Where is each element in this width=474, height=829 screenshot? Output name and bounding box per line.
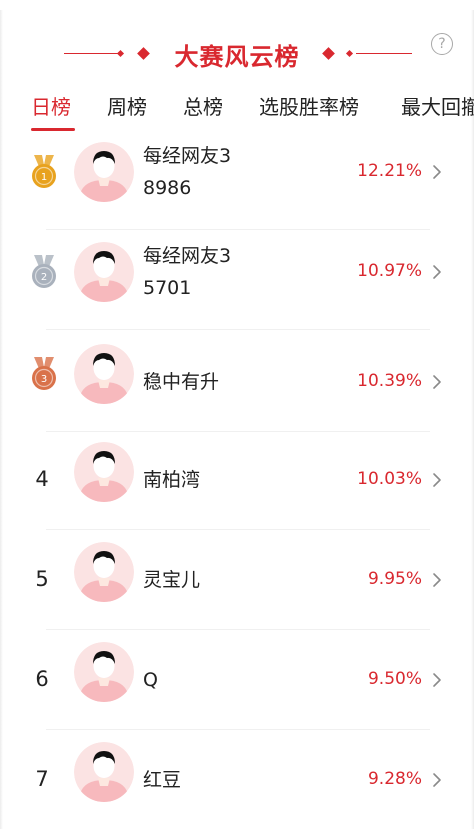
svg-text:3: 3 <box>41 374 47 385</box>
return-percent: 9.28% <box>367 769 422 789</box>
ranking-row[interactable]: 4 南柏湾 10.03% <box>0 430 474 530</box>
chevron-right-icon[interactable] <box>432 672 442 688</box>
return-percent: 10.39% <box>357 371 422 391</box>
user-name: Q <box>143 669 158 691</box>
bronze-medal-icon: 3 <box>30 357 58 391</box>
user-name: 稳中有升 <box>143 371 220 393</box>
silver-medal-icon: 2 <box>30 255 58 289</box>
tab-daily[interactable]: 日榜 <box>31 91 71 120</box>
user-name: 红豆 <box>143 769 182 791</box>
avatar[interactable] <box>74 442 134 502</box>
gold-medal-icon: 1 <box>30 155 58 189</box>
avatar[interactable] <box>74 742 134 802</box>
chevron-right-icon[interactable] <box>432 164 442 180</box>
return-percent: 10.97% <box>357 261 422 281</box>
avatar[interactable] <box>74 542 134 602</box>
avatar[interactable] <box>74 142 134 202</box>
ranking-row[interactable]: 3 稳中有升 10.39% <box>0 332 474 432</box>
tab-bar: 日榜 周榜 总榜 选股胜率榜 最大回撤 <box>0 88 474 132</box>
ranking-row[interactable]: 7 红豆 9.28% <box>0 730 474 829</box>
ranking-row[interactable]: 2 每经网友35701 10.97% <box>0 230 474 330</box>
title-decoration-right <box>356 53 412 54</box>
leaderboard-page: 大赛风云榜 ? 日榜 周榜 总榜 选股胜率榜 最大回撤 1 每经网友38986 12… <box>0 0 474 829</box>
tab-weekly[interactable]: 周榜 <box>107 91 147 120</box>
rank-number: 6 <box>35 667 49 691</box>
ranking-row[interactable]: 6 Q 9.50% <box>0 630 474 730</box>
ranking-row[interactable]: 1 每经网友38986 12.21% <box>0 130 474 230</box>
avatar[interactable] <box>74 242 134 302</box>
return-percent: 9.95% <box>367 569 422 589</box>
svg-text:2: 2 <box>41 272 47 283</box>
chevron-right-icon[interactable] <box>432 264 442 280</box>
user-name: 灵宝儿 <box>143 569 201 591</box>
chevron-right-icon[interactable] <box>432 572 442 588</box>
ranking-row[interactable]: 5 灵宝儿 9.95% <box>0 530 474 630</box>
user-name: 每经网友35701 <box>143 245 232 299</box>
rank-number: 7 <box>35 767 49 791</box>
tab-win-rate[interactable]: 选股胜率榜 <box>259 91 359 120</box>
chevron-right-icon[interactable] <box>432 374 442 390</box>
avatar[interactable] <box>74 642 134 702</box>
help-icon[interactable]: ? <box>431 33 453 55</box>
return-percent: 9.50% <box>367 669 422 689</box>
user-name: 每经网友38986 <box>143 145 232 199</box>
chevron-right-icon[interactable] <box>432 472 442 488</box>
row-divider <box>46 329 430 330</box>
chevron-right-icon[interactable] <box>432 772 442 788</box>
svg-text:1: 1 <box>41 172 47 183</box>
avatar[interactable] <box>74 344 134 404</box>
page-title: 大赛风云榜 <box>174 43 300 71</box>
tab-max-drawdown[interactable]: 最大回撤 <box>401 91 474 120</box>
header: 大赛风云榜 ? <box>0 30 474 80</box>
return-percent: 10.03% <box>357 469 422 489</box>
rank-number: 5 <box>35 567 49 591</box>
return-percent: 12.21% <box>357 161 422 181</box>
user-name: 南柏湾 <box>143 469 201 491</box>
rank-number: 4 <box>35 467 49 491</box>
tab-total[interactable]: 总榜 <box>183 91 223 120</box>
